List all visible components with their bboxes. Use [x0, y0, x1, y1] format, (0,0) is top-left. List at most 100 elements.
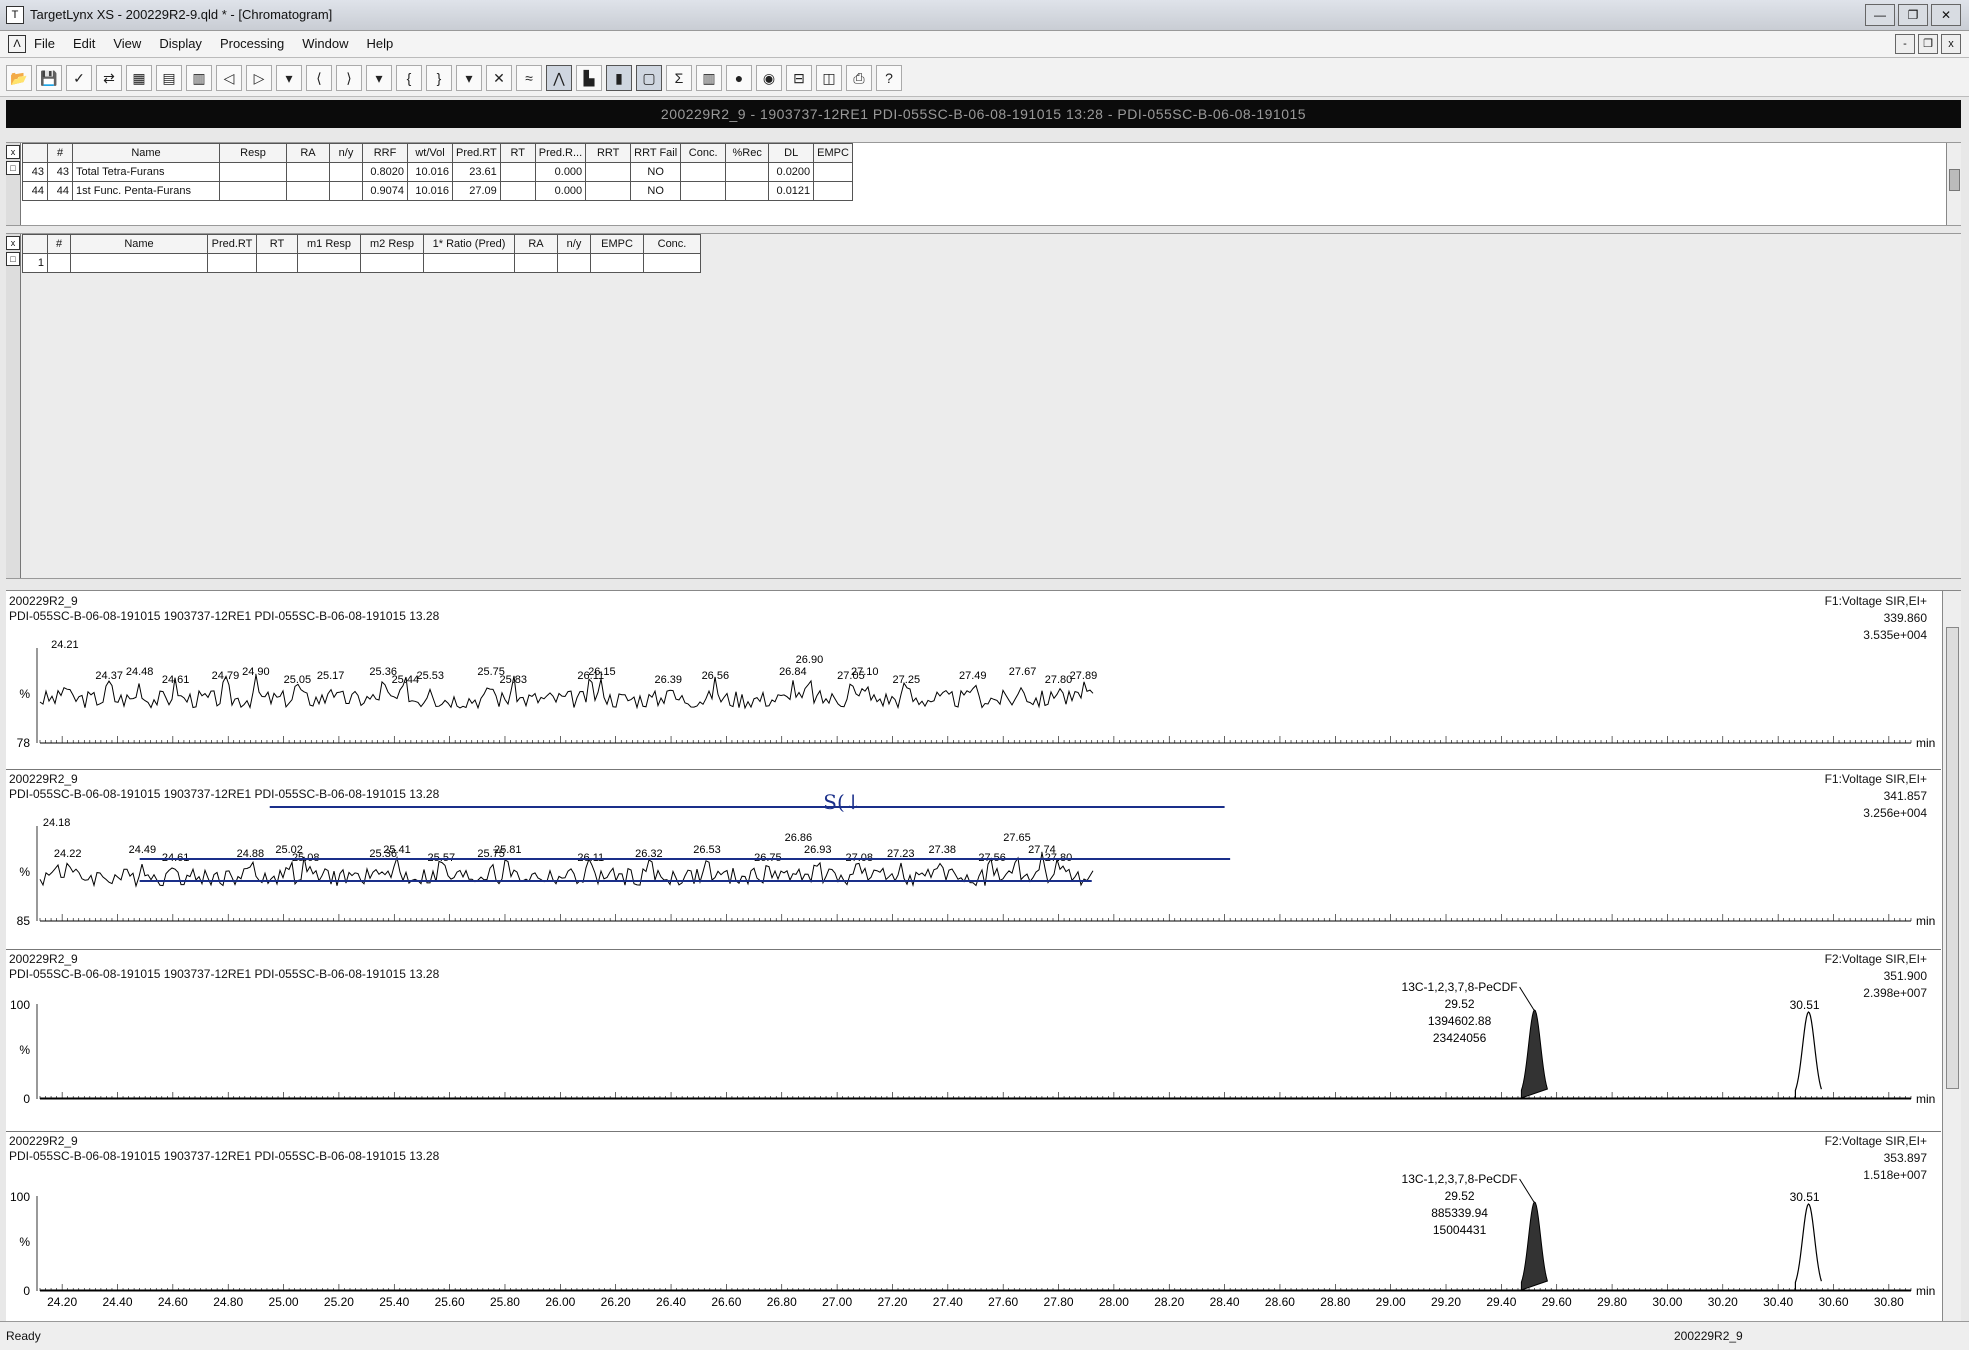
table-cell[interactable]: 44 — [47, 181, 73, 201]
column-header[interactable]: EMPC — [813, 143, 853, 163]
table-cell[interactable]: 10.016 — [407, 181, 453, 201]
table-cell[interactable] — [813, 181, 853, 201]
grid-toggle-icon[interactable]: □ — [6, 252, 20, 266]
column-header[interactable]: Name — [70, 234, 208, 254]
table-cell[interactable] — [47, 253, 71, 273]
column-header[interactable]: Pred.RT — [207, 234, 257, 254]
menu-processing[interactable]: Processing — [220, 36, 284, 51]
table-cell[interactable]: 0.0121 — [768, 181, 815, 201]
grid-toggle-icon[interactable]: □ — [6, 161, 20, 175]
dropdown-icon[interactable]: ▾ — [456, 65, 482, 91]
column-header[interactable]: # — [47, 143, 73, 163]
close-button[interactable]: ✕ — [1931, 4, 1961, 26]
table-cell[interactable] — [360, 253, 424, 273]
integrate-right-icon[interactable]: } — [426, 65, 452, 91]
column-header[interactable]: m2 Resp — [360, 234, 424, 254]
table-cell[interactable]: 0.000 — [534, 181, 587, 201]
grid-icon[interactable]: ▦ — [126, 65, 152, 91]
table-cell[interactable] — [680, 181, 727, 201]
table-cell[interactable]: 1st Func. Penta-Furans — [72, 181, 220, 201]
chromatogram-scrollbar[interactable] — [1942, 591, 1961, 1321]
compare-icon[interactable]: ⇄ — [96, 65, 122, 91]
table-cell[interactable]: NO — [630, 162, 682, 182]
table-row[interactable]: 43 43 Total Tetra-Furans 0.8020 10.016 23.61 0… — [22, 162, 853, 182]
bar-icon[interactable]: ▮ — [606, 65, 632, 91]
table-cell[interactable] — [297, 253, 361, 273]
table-cell[interactable] — [256, 253, 298, 273]
table-cell[interactable]: Total Tetra-Furans — [72, 162, 220, 182]
zoom-prev-icon[interactable]: ⟨ — [306, 65, 332, 91]
minimize-button[interactable]: — — [1865, 4, 1895, 26]
print-icon[interactable]: ⎙ — [846, 65, 872, 91]
check-icon[interactable]: ✓ — [66, 65, 92, 91]
save-icon[interactable]: 💾 — [36, 65, 62, 91]
menu-display[interactable]: Display — [159, 36, 202, 51]
table-cell[interactable]: 1 — [22, 253, 48, 273]
table-cell[interactable] — [680, 162, 727, 182]
scrollbar-thumb[interactable] — [1946, 627, 1959, 1089]
column-header[interactable]: Pred.R... — [534, 143, 587, 163]
column-header[interactable]: # — [47, 234, 71, 254]
table-cell[interactable] — [70, 253, 208, 273]
column-header[interactable]: wt/Vol — [407, 143, 453, 163]
column-header[interactable]: n/y — [329, 143, 363, 163]
table-cell[interactable]: 27.09 — [452, 181, 501, 201]
chromatogram-panel[interactable]: 24.20 24.40 24.60 24.80 25.00 25.20 25.40 25.60… — [6, 1131, 1941, 1322]
table-cell[interactable]: 0.0200 — [768, 162, 815, 182]
table-cell[interactable] — [590, 253, 644, 273]
dropdown-icon[interactable]: ▾ — [366, 65, 392, 91]
sample-icon[interactable]: ◉ — [756, 65, 782, 91]
menu-window[interactable]: Window — [302, 36, 348, 51]
split-v-icon[interactable]: ◫ — [816, 65, 842, 91]
peak-icon[interactable]: ● — [726, 65, 752, 91]
menu-file[interactable]: File — [34, 36, 55, 51]
prev-icon[interactable]: ◁ — [216, 65, 242, 91]
chromatogram-panel[interactable]: %85min24.1824.2224.4924.6124.8825.0225.0… — [6, 769, 1941, 950]
table-cell[interactable]: 44 — [22, 181, 48, 201]
table-cell[interactable]: 10.016 — [407, 162, 453, 182]
table-cell[interactable] — [286, 162, 330, 182]
table-cell[interactable] — [423, 253, 515, 273]
scale-icon[interactable]: ✕ — [486, 65, 512, 91]
layout1-icon[interactable]: ▢ — [636, 65, 662, 91]
column-header[interactable]: RRT — [585, 143, 632, 163]
column-header[interactable]: DL — [768, 143, 815, 163]
column-header[interactable]: n/y — [557, 234, 591, 254]
chart-icon[interactable]: ≈ — [516, 65, 542, 91]
table-cell[interactable] — [329, 162, 363, 182]
table-cell[interactable] — [219, 162, 287, 182]
menu-edit[interactable]: Edit — [73, 36, 95, 51]
table-cell[interactable] — [585, 162, 632, 182]
table-cell[interactable] — [813, 162, 853, 182]
column-header[interactable] — [22, 234, 48, 254]
table-cell[interactable] — [585, 181, 632, 201]
layout2-icon[interactable]: Σ — [666, 65, 692, 91]
close-grid-icon[interactable]: x — [6, 236, 20, 250]
column-header[interactable]: Name — [72, 143, 220, 163]
column-header[interactable]: EMPC — [590, 234, 644, 254]
table-cell[interactable] — [207, 253, 257, 273]
split-h-icon[interactable]: ⊟ — [786, 65, 812, 91]
table-cell[interactable] — [725, 162, 770, 182]
table-cell[interactable]: 0.9074 — [362, 181, 408, 201]
column-header[interactable]: RRT Fail — [630, 143, 682, 163]
column-header[interactable]: %Rec — [725, 143, 770, 163]
zoom-next-icon[interactable]: ⟩ — [336, 65, 362, 91]
table-cell[interactable] — [219, 181, 287, 201]
doc-restore-button[interactable]: ❐ — [1918, 34, 1938, 54]
column-header[interactable]: 1* Ratio (Pred) — [423, 234, 515, 254]
column-header[interactable]: RA — [514, 234, 558, 254]
menu-view[interactable]: View — [113, 36, 141, 51]
doc-minimize-button[interactable]: - — [1895, 34, 1915, 54]
chromatogram-icon[interactable]: ⋀ — [546, 65, 572, 91]
document-icon[interactable]: Λ — [8, 35, 26, 53]
table-cell[interactable] — [499, 181, 536, 201]
table-row[interactable]: 1 — [22, 253, 701, 273]
layout3-icon[interactable]: ▥ — [696, 65, 722, 91]
column-header[interactable]: Resp — [219, 143, 287, 163]
table-cell[interactable] — [725, 181, 770, 201]
close-grid-icon[interactable]: x — [6, 145, 20, 159]
table-cell[interactable]: 43 — [47, 162, 73, 182]
report2-icon[interactable]: ▥ — [186, 65, 212, 91]
maximize-button[interactable]: ❐ — [1898, 4, 1928, 26]
